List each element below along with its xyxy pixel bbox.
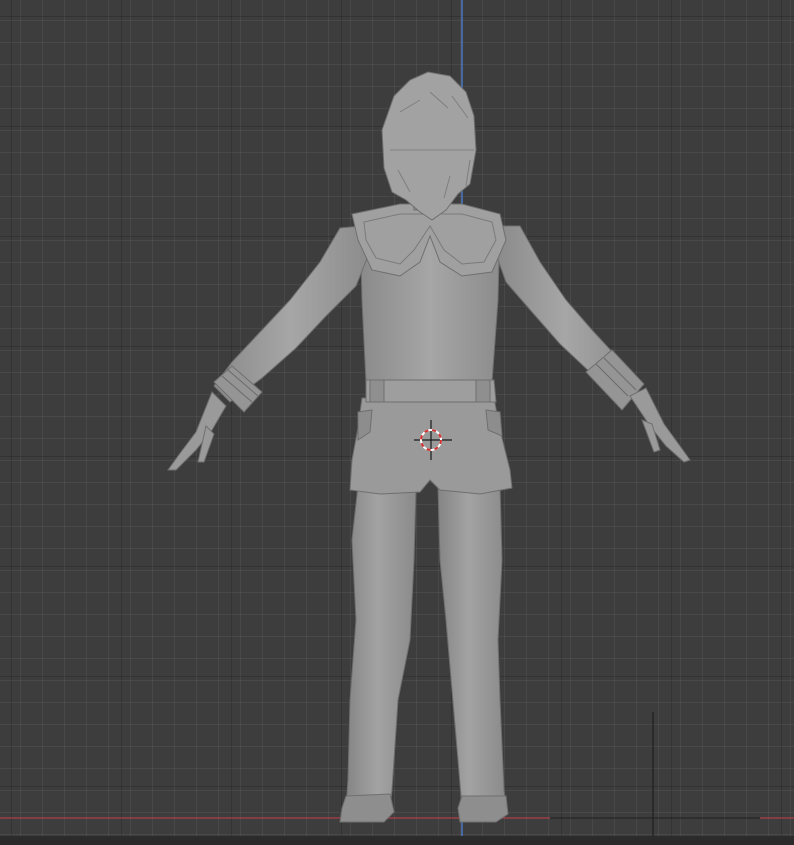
viewport-scene: [0, 0, 794, 836]
viewport-bottom-edge: [0, 836, 794, 845]
right-foot: [457, 795, 509, 823]
3d-viewport[interactable]: [0, 0, 794, 845]
character-model[interactable]: [167, 71, 691, 823]
right-leg: [437, 485, 507, 809]
left-leg: [345, 485, 417, 809]
left-hand: [167, 391, 227, 471]
belt-loop-right: [475, 379, 491, 403]
right-hand: [629, 387, 691, 463]
left-foot: [339, 793, 395, 823]
belt-loop-left: [369, 379, 385, 403]
